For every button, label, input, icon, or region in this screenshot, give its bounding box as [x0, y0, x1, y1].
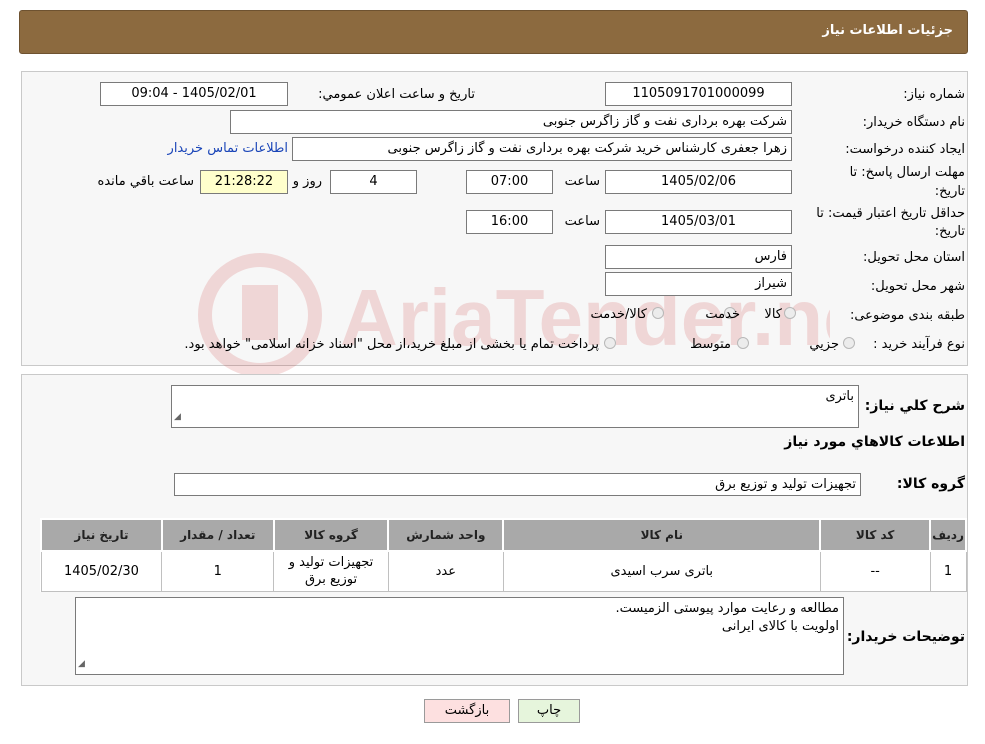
buyer-contact-link[interactable]: اطلاعات تماس خريدار	[168, 141, 288, 156]
need-number-field: 1105091701000099	[605, 82, 792, 106]
category-option-goods: کالا	[764, 307, 782, 322]
col-header-quantity: تعداد / مقدار	[160, 518, 275, 552]
deadline-time-label: ساعت	[564, 174, 600, 189]
goods-group-label: گروه کالا:	[896, 476, 965, 492]
category-radio-goods-service[interactable]	[652, 307, 664, 323]
days-remaining-field: 4	[330, 170, 417, 194]
validity-label-date: تاريخ:	[934, 224, 965, 239]
col-header-date: تاريخ نياز	[40, 518, 163, 552]
category-radio-goods[interactable]	[784, 307, 796, 323]
cell-group: تجهیزات تولید و توزیع برق	[273, 550, 389, 592]
col-header-code: کد کالا	[819, 518, 932, 552]
category-option-goods-service: کالا/خدمت	[590, 307, 647, 322]
announce-field: 1405/02/01 - 09:04	[100, 82, 288, 106]
deadline-label: مهلت ارسال پاسخ: تا	[849, 165, 965, 180]
deadline-time-field: 07:00	[466, 170, 553, 194]
cell-name: باتری سرب اسیدی	[502, 550, 821, 592]
goods-group-field: تجهیزات تولید و توزیع برق	[174, 473, 861, 496]
need-number-label: شماره نیاز:	[903, 87, 965, 102]
cell-quantity: 1	[161, 550, 275, 592]
buyer-notes-line-1: مطالعه و رعایت موارد پیوستی الزمیست.	[615, 601, 839, 616]
creator-label: ايجاد کننده درخواست:	[845, 142, 965, 157]
province-label: استان محل تحويل:	[863, 250, 965, 265]
validity-time-label: ساعت	[564, 214, 600, 229]
resize-handle-icon[interactable]: ◢	[78, 655, 85, 673]
process-checkbox-treasury[interactable]	[604, 337, 616, 353]
table-row: 1 -- باتری سرب اسیدی عدد تجهیزات تولید و…	[40, 550, 967, 592]
goods-info-title: اطلاعات کالاهاي مورد نياز	[784, 434, 965, 450]
province-field: فارس	[605, 245, 792, 269]
process-type-label: نوع فرآيند خريد :	[873, 337, 965, 352]
deadline-date-field: 1405/02/06	[605, 170, 792, 194]
buyer-org-label: نام دستگاه خريدار:	[862, 115, 965, 130]
cell-row-number: 1	[929, 550, 967, 592]
process-treasury-note: پرداخت تمام يا بخشی از مبلغ خريد،از محل …	[184, 337, 599, 352]
buyer-notes-label: توضيحات خريدار:	[846, 629, 965, 645]
validity-time-field: 16:00	[466, 210, 553, 234]
page-title: جزئیات اطلاعات نیاز	[822, 23, 953, 38]
summary-textarea[interactable]: باتری ◢	[171, 385, 859, 428]
buyer-notes-textarea[interactable]: مطالعه و رعایت موارد پیوستی الزمیست. اول…	[75, 597, 844, 675]
validity-date-field: 1405/03/01	[605, 210, 792, 234]
announce-label: تاریخ و ساعت اعلان عمومي:	[318, 87, 475, 102]
summary-label: شرح کلي نياز:	[864, 398, 965, 414]
creator-field: زهرا جعفری کارشناس خرید شرکت بهره برداری…	[292, 137, 792, 161]
col-header-row: رديف	[929, 518, 967, 552]
print-button[interactable]: چاپ	[518, 699, 580, 723]
remaining-time-field: 21:28:22	[200, 170, 288, 194]
col-header-unit: واحد شمارش	[387, 518, 505, 552]
cell-date: 1405/02/30	[40, 550, 163, 592]
cell-unit: عدد	[387, 550, 504, 592]
process-radio-minor[interactable]	[843, 337, 855, 353]
category-option-service: خدمت	[705, 307, 740, 322]
resize-handle-icon[interactable]: ◢	[174, 408, 181, 426]
remaining-label: ساعت باقي مانده	[97, 174, 194, 189]
process-radio-medium[interactable]	[737, 337, 749, 353]
city-field: شیراز	[605, 272, 792, 296]
buyer-notes-line-2: اولویت با کالای ایرانی	[721, 619, 839, 634]
category-label: طبقه بندی موضوعی:	[849, 308, 965, 323]
page-header: جزئیات اطلاعات نیاز	[19, 10, 968, 54]
back-button[interactable]: بازگشت	[424, 699, 510, 723]
summary-text: باتری	[825, 389, 854, 404]
process-option-minor: جزيي	[809, 337, 839, 352]
goods-table: رديف کد کالا نام کالا واحد شمارش گروه کا…	[40, 518, 967, 592]
days-label: روز و	[292, 174, 322, 189]
validity-label: حداقل تاريخ اعتبار قيمت: تا	[816, 206, 965, 221]
process-option-medium: متوسط	[690, 337, 731, 352]
deadline-label-date: تاريخ:	[934, 184, 965, 199]
col-header-name: نام کالا	[502, 518, 822, 552]
cell-code: --	[819, 550, 931, 592]
col-header-group: گروه کالا	[272, 518, 390, 552]
buyer-org-field: شرکت بهره برداری نفت و گاز زاگرس جنوبی	[230, 110, 792, 134]
city-label: شهر محل تحويل:	[870, 279, 965, 294]
